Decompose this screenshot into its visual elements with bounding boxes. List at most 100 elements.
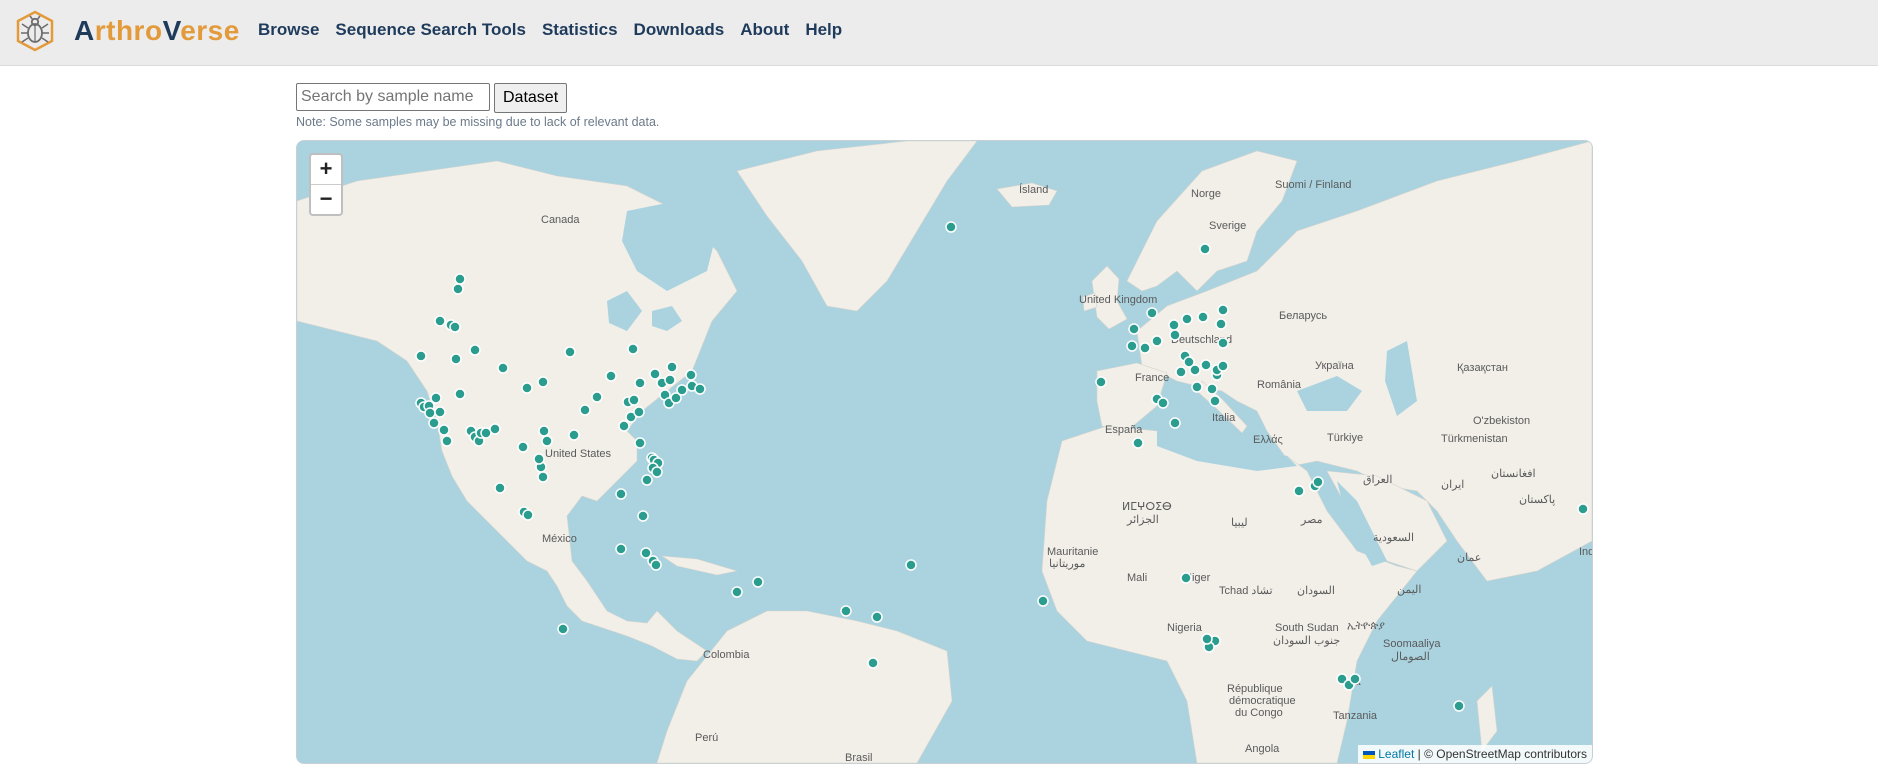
sample-marker[interactable] — [522, 509, 534, 521]
sample-marker[interactable] — [867, 657, 879, 669]
sample-marker[interactable] — [637, 510, 649, 522]
dataset-button[interactable]: Dataset — [494, 83, 568, 113]
zoom-in-button[interactable]: + — [311, 155, 341, 184]
sample-marker[interactable] — [1180, 572, 1192, 584]
sample-marker[interactable] — [1037, 595, 1049, 607]
sample-marker[interactable] — [1189, 364, 1201, 376]
sample-marker[interactable] — [1168, 319, 1180, 331]
sample-marker[interactable] — [615, 488, 627, 500]
sample-marker[interactable] — [605, 370, 617, 382]
sample-marker[interactable] — [615, 543, 627, 555]
sample-marker[interactable] — [537, 376, 549, 388]
sample-marker[interactable] — [1217, 304, 1229, 316]
leaflet-link[interactable]: Leaflet — [1378, 747, 1414, 761]
sample-marker[interactable] — [1217, 360, 1229, 372]
sample-marker[interactable] — [1132, 437, 1144, 449]
sample-marker[interactable] — [731, 586, 743, 598]
sample-marker[interactable] — [541, 435, 553, 447]
beetle-logo-icon[interactable] — [14, 10, 56, 52]
sample-marker[interactable] — [533, 453, 545, 465]
sample-marker[interactable] — [1209, 395, 1221, 407]
sample-marker[interactable] — [634, 437, 646, 449]
sample-marker[interactable] — [651, 466, 663, 478]
sample-marker[interactable] — [1191, 381, 1203, 393]
sample-marker[interactable] — [434, 315, 446, 327]
sample-marker[interactable] — [628, 394, 640, 406]
sample-marker[interactable] — [579, 404, 591, 416]
sample-marker[interactable] — [694, 383, 706, 395]
sample-marker[interactable] — [450, 353, 462, 365]
sample-marker[interactable] — [1146, 307, 1158, 319]
sample-marker[interactable] — [1151, 335, 1163, 347]
sample-marker[interactable] — [1312, 476, 1324, 488]
sample-marker[interactable] — [1200, 359, 1212, 371]
sample-marker[interactable] — [1169, 417, 1181, 429]
sample-marker[interactable] — [627, 343, 639, 355]
sample-marker[interactable] — [1175, 366, 1187, 378]
sample-marker[interactable] — [1293, 485, 1305, 497]
sample-marker[interactable] — [557, 623, 569, 635]
sample-marker[interactable] — [1201, 633, 1213, 645]
sample-marker[interactable] — [1206, 383, 1218, 395]
nav-sequence-search-tools[interactable]: Sequence Search Tools — [335, 20, 526, 40]
sample-marker[interactable] — [1139, 342, 1151, 354]
sample-marker[interactable] — [415, 350, 427, 362]
sample-marker[interactable] — [840, 605, 852, 617]
sample-marker[interactable] — [517, 441, 529, 453]
sample-marker[interactable] — [641, 474, 653, 486]
sample-marker[interactable] — [905, 559, 917, 571]
sample-marker[interactable] — [1197, 311, 1209, 323]
map-tiles[interactable]: Canada United States México Colombia Per… — [297, 141, 1592, 763]
sample-map[interactable]: Canada United States México Colombia Per… — [296, 140, 1593, 764]
sample-marker[interactable] — [871, 611, 883, 623]
sample-marker[interactable] — [1128, 323, 1140, 335]
sample-marker[interactable] — [666, 361, 678, 373]
sample-marker[interactable] — [497, 362, 509, 374]
sample-marker[interactable] — [454, 388, 466, 400]
nav-downloads[interactable]: Downloads — [634, 20, 725, 40]
sample-marker[interactable] — [1157, 397, 1169, 409]
sample-marker[interactable] — [1181, 313, 1193, 325]
sample-marker[interactable] — [752, 576, 764, 588]
sample-marker[interactable] — [1095, 376, 1107, 388]
sample-marker[interactable] — [1349, 673, 1361, 685]
sample-marker[interactable] — [618, 420, 630, 432]
sample-marker[interactable] — [1453, 700, 1465, 712]
sample-marker[interactable] — [428, 417, 440, 429]
sample-marker[interactable] — [424, 407, 436, 419]
brand-title[interactable]: ArthroVerse — [74, 15, 240, 47]
sample-marker[interactable] — [434, 406, 446, 418]
sample-marker[interactable] — [521, 382, 533, 394]
nav-browse[interactable]: Browse — [258, 20, 319, 40]
sample-marker[interactable] — [537, 471, 549, 483]
sample-marker[interactable] — [649, 368, 661, 380]
sample-marker[interactable] — [676, 384, 688, 396]
nav-about[interactable]: About — [740, 20, 789, 40]
sample-search-input[interactable] — [296, 83, 490, 111]
sample-marker[interactable] — [664, 374, 676, 386]
sample-marker[interactable] — [1126, 340, 1138, 352]
sample-marker[interactable] — [591, 391, 603, 403]
sample-marker[interactable] — [1199, 243, 1211, 255]
sample-marker[interactable] — [564, 346, 576, 358]
nav-help[interactable]: Help — [805, 20, 842, 40]
sample-marker[interactable] — [1577, 503, 1589, 515]
sample-marker[interactable] — [1217, 337, 1229, 349]
sample-marker[interactable] — [438, 424, 450, 436]
zoom-out-button[interactable]: − — [311, 185, 341, 214]
sample-marker[interactable] — [454, 273, 466, 285]
sample-marker[interactable] — [441, 435, 453, 447]
sample-marker[interactable] — [568, 429, 580, 441]
sample-marker[interactable] — [1215, 318, 1227, 330]
sample-marker[interactable] — [494, 482, 506, 494]
sample-marker[interactable] — [650, 559, 662, 571]
sample-marker[interactable] — [489, 423, 501, 435]
sample-marker[interactable] — [449, 321, 461, 333]
sample-marker[interactable] — [452, 283, 464, 295]
sample-marker[interactable] — [945, 221, 957, 233]
sample-marker[interactable] — [469, 344, 481, 356]
sample-marker[interactable] — [430, 392, 442, 404]
sample-marker[interactable] — [1169, 329, 1181, 341]
nav-statistics[interactable]: Statistics — [542, 20, 618, 40]
sample-marker[interactable] — [633, 406, 645, 418]
